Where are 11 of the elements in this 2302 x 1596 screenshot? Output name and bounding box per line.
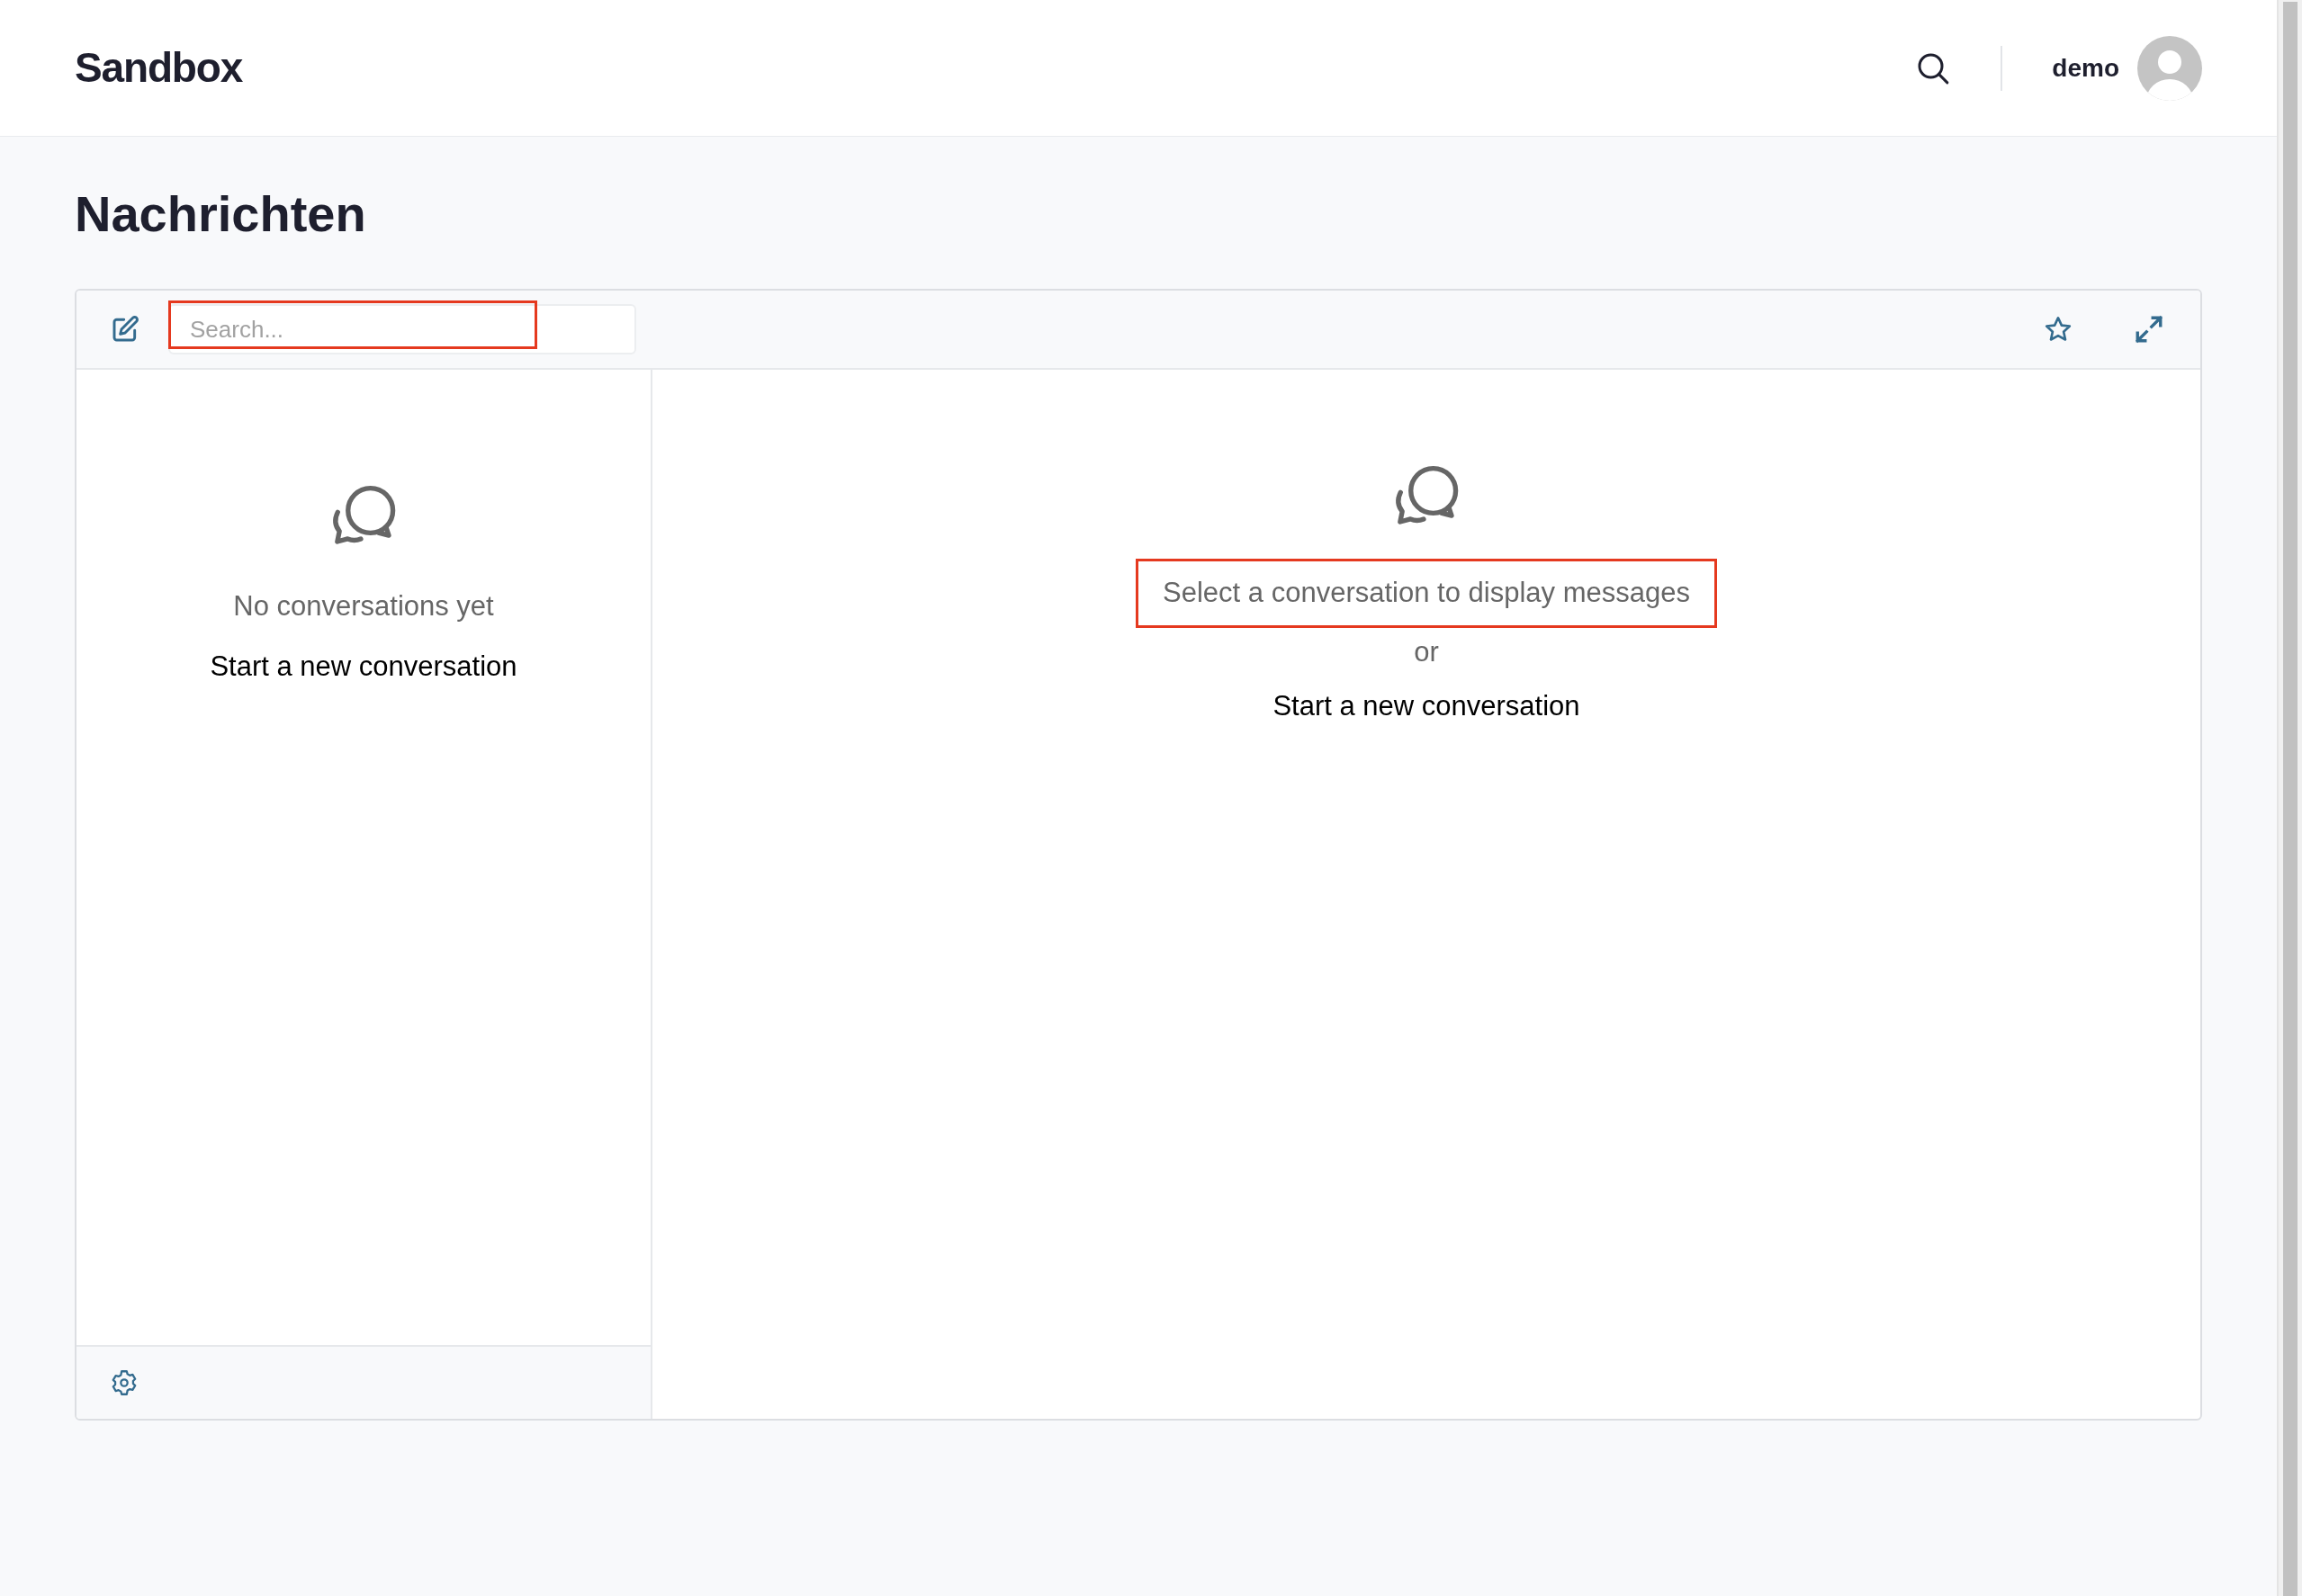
search-field[interactable]: Search... bbox=[168, 304, 636, 355]
scrollbar[interactable] bbox=[2277, 0, 2302, 1596]
page-title: Nachrichten bbox=[75, 184, 367, 244]
new-conversation-link[interactable]: Start a new conversation bbox=[1272, 686, 1580, 728]
expand-icon[interactable] bbox=[2134, 314, 2164, 345]
or-text: or bbox=[1414, 634, 1439, 669]
site-logo[interactable]: Sandbox bbox=[75, 37, 243, 99]
username[interactable]: demo bbox=[2052, 49, 2119, 87]
empty-state-text: No conversations yet bbox=[233, 589, 494, 624]
select-conversation-text: Select a conversation to display messages bbox=[1136, 559, 1717, 628]
new-conversation-link[interactable]: Start a new conversation bbox=[210, 645, 517, 688]
